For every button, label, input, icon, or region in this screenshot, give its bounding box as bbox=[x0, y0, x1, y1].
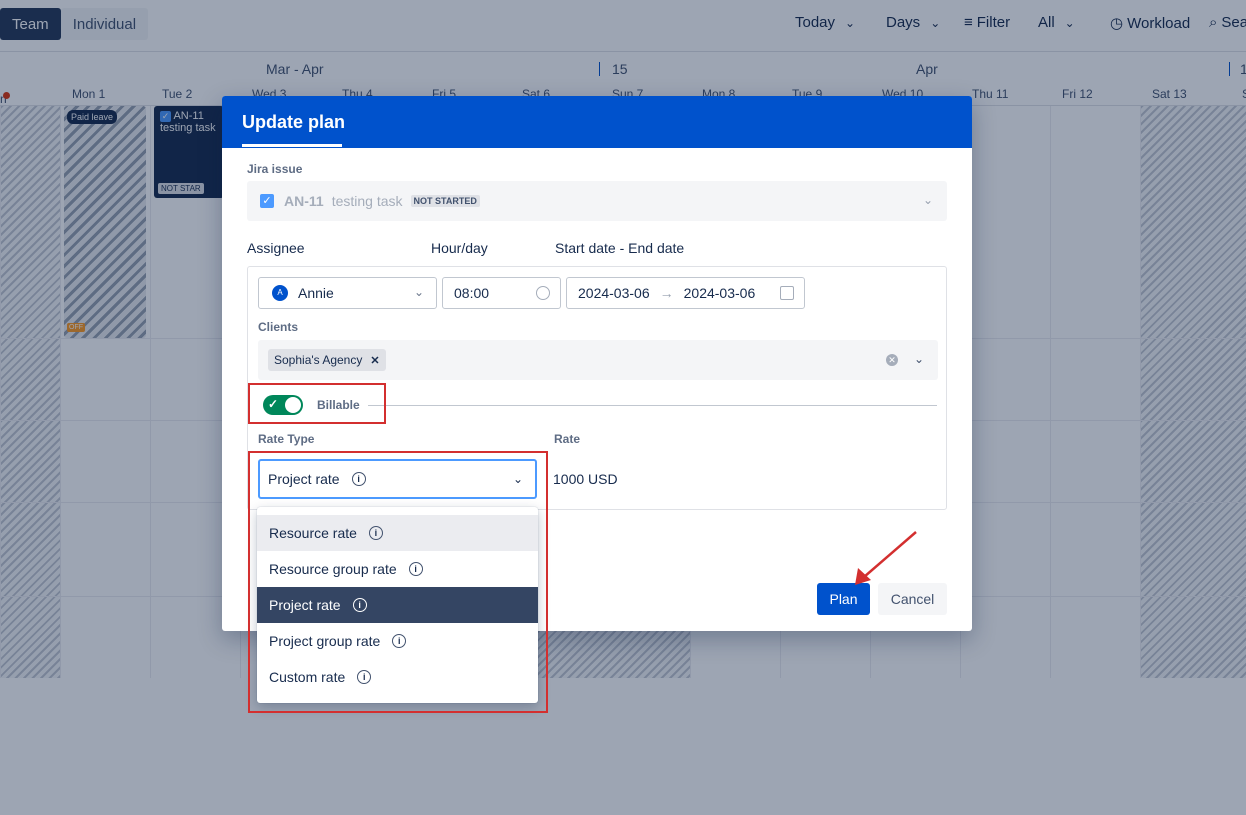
assignee-select[interactable]: A Annie ⌄ bbox=[258, 277, 437, 309]
chevron-down-icon: ⌄ bbox=[413, 285, 424, 299]
clock-icon bbox=[536, 286, 550, 300]
plan-button[interactable]: Plan bbox=[817, 583, 870, 615]
end-date-value: 2024-03-06 bbox=[683, 285, 756, 301]
title-underline bbox=[242, 144, 342, 147]
divider bbox=[368, 405, 937, 406]
jira-issue-select[interactable]: ✓ AN-11 testing task NOT STARTED ⌄ bbox=[247, 181, 947, 221]
assignee-value: Annie bbox=[298, 285, 334, 301]
date-range-input[interactable]: 2024-03-06 → 2024-03-06 bbox=[566, 277, 805, 309]
start-date-value: 2024-03-06 bbox=[578, 285, 650, 301]
issue-key: AN-11 bbox=[284, 193, 324, 209]
avatar: A bbox=[272, 285, 288, 301]
rate-type-label: Rate Type bbox=[258, 432, 315, 446]
jira-issue-label: Jira issue bbox=[247, 162, 303, 176]
cancel-button[interactable]: Cancel bbox=[878, 583, 947, 615]
dialog-title: Update plan bbox=[242, 112, 346, 132]
rate-value: 1000 USD bbox=[553, 471, 618, 487]
rate-label: Rate bbox=[554, 432, 581, 446]
dates-label: Start date - End date bbox=[555, 240, 685, 256]
chevron-down-icon[interactable]: ⌄ bbox=[914, 352, 924, 366]
dialog-header: Update plan bbox=[222, 96, 972, 148]
hours-label: Hour/day bbox=[431, 240, 488, 256]
rate-type-highlight-box bbox=[248, 451, 548, 713]
clients-select[interactable]: Sophia's Agency ✕ ✕ ⌄ bbox=[258, 340, 938, 380]
clients-label: Clients bbox=[258, 320, 299, 334]
issue-name: testing task bbox=[331, 193, 403, 209]
client-tag: Sophia's Agency ✕ bbox=[268, 349, 386, 371]
assignee-label: Assignee bbox=[247, 240, 305, 256]
calendar-icon bbox=[780, 286, 794, 300]
checkbox-icon: ✓ bbox=[260, 194, 274, 208]
clear-icon[interactable]: ✕ bbox=[886, 354, 898, 366]
client-tag-label: Sophia's Agency bbox=[274, 353, 363, 367]
issue-status-badge: NOT STARTED bbox=[410, 195, 480, 207]
chevron-down-icon: ⌄ bbox=[922, 193, 933, 207]
hours-input[interactable]: 08:00 bbox=[442, 277, 561, 309]
remove-tag-icon[interactable]: ✕ bbox=[370, 354, 379, 367]
billable-highlight-box bbox=[248, 383, 386, 424]
hours-value: 08:00 bbox=[454, 285, 490, 301]
arrow-right-icon: → bbox=[659, 285, 674, 301]
